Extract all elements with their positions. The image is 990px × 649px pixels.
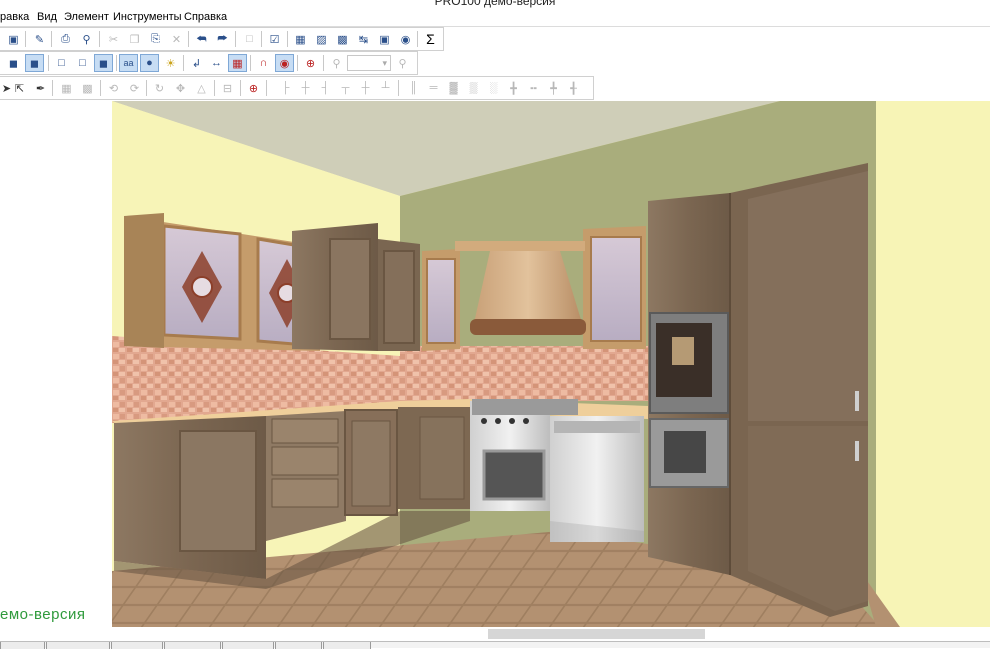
mount-icon[interactable]: ⊟ (218, 79, 237, 97)
document-tabs (0, 641, 990, 649)
title-bar: PRO100 демо-версия (0, 0, 990, 8)
menu-item-edit[interactable]: равка (0, 11, 29, 23)
center-icon[interactable]: ╋ (504, 79, 523, 97)
menu-item-element[interactable]: Элемент (64, 11, 109, 23)
align-top-icon[interactable]: ┬ (336, 79, 355, 97)
wireframe-icon[interactable]: □ (52, 54, 71, 72)
grid-icon[interactable]: ▦ (228, 54, 247, 72)
align-center-h-icon[interactable]: ┼ (296, 79, 315, 97)
ungroup-icon[interactable]: ▩ (78, 79, 97, 97)
align-middle-icon[interactable]: ┼ (356, 79, 375, 97)
window-title: PRO100 демо-версия (434, 0, 556, 8)
solid-icon[interactable]: ◼ (94, 54, 113, 72)
catalog-icon-2[interactable]: ▩ (333, 30, 352, 48)
print-preview-icon[interactable]: ⚲ (77, 30, 96, 48)
catalog-icon[interactable]: ▨ (312, 30, 331, 48)
same-width-icon[interactable]: ▓ (444, 79, 463, 97)
same-depth-icon[interactable]: ░ (484, 79, 503, 97)
menu-item-tools[interactable]: Инструменты (113, 11, 182, 23)
distribute-v-icon[interactable]: ═ (424, 79, 443, 97)
space-icon[interactable]: ╍ (524, 79, 543, 97)
view-3d-icon[interactable]: ◼ (4, 54, 23, 72)
rotate-90-icon[interactable]: ↻ (150, 79, 169, 97)
paste-icon[interactable]: ⎘ (146, 30, 165, 48)
menu-item-help[interactable]: Справка (184, 11, 227, 23)
undo-icon[interactable]: ⮪ (192, 30, 211, 48)
viewport-3d[interactable] (0, 101, 990, 627)
light-icon[interactable]: ☀ (161, 54, 180, 72)
sum-icon[interactable]: Σ (421, 30, 440, 48)
shading-icon[interactable]: ● (140, 54, 159, 72)
cut-icon[interactable]: ✂ (104, 30, 123, 48)
same-height-icon[interactable]: ▒ (464, 79, 483, 97)
export-icon[interactable]: □ (240, 30, 259, 48)
zoom-in-icon[interactable]: ⚲ (393, 54, 412, 72)
size-icon[interactable]: ╉ (564, 79, 583, 97)
save-icon[interactable]: ▣ (4, 30, 23, 48)
kitchen-render (112, 101, 990, 627)
toolbar-edit: ➤ ⇱ ✒ ▦ ▩ ⟲ ⟳ ↻ ✥ △ ⊟ ⊕ ├ ┼ ┤ ┬ ┼ ┴ ║ ═ … (0, 76, 594, 100)
align-left-icon[interactable]: ├ (276, 79, 295, 97)
properties-icon[interactable]: ✎ (30, 30, 49, 48)
align-bottom-icon[interactable]: ┴ (376, 79, 395, 97)
snap-icon[interactable]: ◉ (275, 54, 294, 72)
demo-watermark: емо-версия (0, 606, 86, 623)
stop-icon[interactable]: ⊕ (244, 79, 263, 97)
zoom-select[interactable]: ▾ (347, 55, 391, 71)
copy-icon[interactable]: ❐ (125, 30, 144, 48)
move-icon[interactable]: ✥ (171, 79, 190, 97)
ruler-icon[interactable]: ↔ (207, 54, 226, 72)
rotate-icon[interactable]: ⟲ (104, 79, 123, 97)
menu-item-view[interactable]: Вид (37, 11, 57, 23)
pen-icon[interactable]: ✒ (31, 79, 50, 97)
outline-icon[interactable]: □ (73, 54, 92, 72)
texture-icon[interactable]: aa (119, 54, 138, 72)
distribute-h-icon[interactable]: ║ (404, 79, 423, 97)
toolbar-view: ◼ ◼ □ □ ◼ aa ● ☀ ↲ ↔ ▦ ∩ ◉ ⊕ ⚲ ▾ ⚲ (0, 51, 418, 75)
magnet-icon[interactable]: ∩ (254, 54, 273, 72)
view-box-icon[interactable]: ◼ (25, 54, 44, 72)
scrollbar-thumb[interactable] (488, 629, 705, 639)
price-icon[interactable]: ◉ (396, 30, 415, 48)
library-icon[interactable]: ▦ (291, 30, 310, 48)
print-icon[interactable]: ⎙ (56, 30, 75, 48)
render-icon[interactable]: ▣ (375, 30, 394, 48)
select-icon[interactable]: ⇱ (10, 79, 29, 97)
target-icon[interactable]: ⊕ (301, 54, 320, 72)
align-right-icon[interactable]: ┤ (316, 79, 335, 97)
zoom-out-icon[interactable]: ⚲ (327, 54, 346, 72)
flip-icon[interactable]: ⟳ (125, 79, 144, 97)
edit-icon[interactable]: ☑ (265, 30, 284, 48)
group-icon[interactable]: ▦ (57, 79, 76, 97)
toolbar-main: ▣ ✎ ⎙ ⚲ ✂ ❐ ⎘ ✕ ⮪ ⮫ □ ☑ ▦ ▨ ▩ ↹ ▣ ◉ Σ (0, 27, 444, 51)
view-toggle-icon[interactable]: ↲ (187, 54, 206, 72)
menu-bar: равка Вид Элемент Инструменты Справка (0, 8, 990, 27)
stack-icon[interactable]: ╇ (544, 79, 563, 97)
redo-icon[interactable]: ⮫ (213, 30, 232, 48)
mirror-icon[interactable]: △ (192, 79, 211, 97)
horizontal-scrollbar[interactable] (0, 627, 990, 641)
delete-icon[interactable]: ✕ (167, 30, 186, 48)
dimensions-icon[interactable]: ↹ (354, 30, 373, 48)
